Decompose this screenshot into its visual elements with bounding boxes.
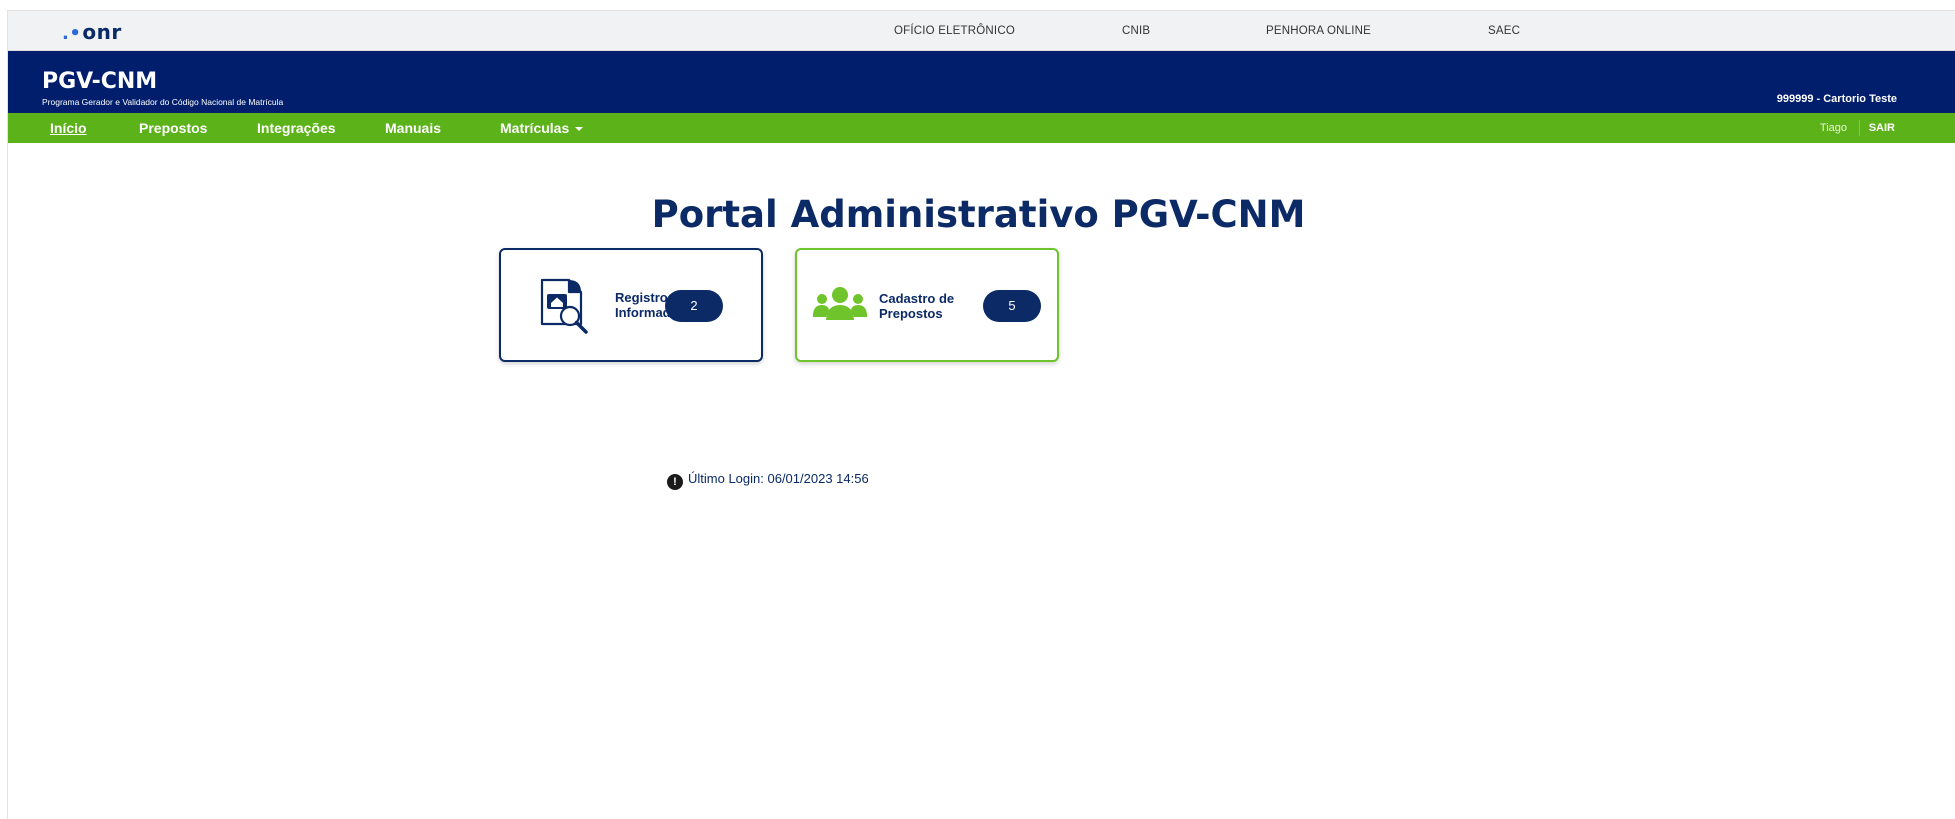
house-document-search-icon xyxy=(539,278,591,334)
last-login-info: ! Último Login: 06/01/2023 14:56 xyxy=(667,471,869,490)
caret-down-icon xyxy=(575,127,584,132)
exclamation-circle-icon: ! xyxy=(667,474,683,490)
logout-button[interactable]: SAIR xyxy=(1869,122,1895,134)
card-prepostos-label-line2: Prepostos xyxy=(879,306,943,321)
nav-matriculas-label: Matrículas xyxy=(500,120,570,136)
nav-integracoes[interactable]: Integrações xyxy=(257,120,336,136)
onr-logo[interactable]: .•onr xyxy=(62,20,122,44)
browser-viewport: .•onr OFÍCIO ELETRÔNICO CNIB PENHORA ONL… xyxy=(7,10,1955,819)
nav-inicio[interactable]: Início xyxy=(50,120,87,136)
onr-logo-text: onr xyxy=(82,20,122,44)
users-group-icon xyxy=(813,286,867,326)
link-saec[interactable]: SAEC xyxy=(1488,25,1520,37)
last-login-text: Último Login: 06/01/2023 14:56 xyxy=(688,471,869,486)
nav-matriculas-dropdown[interactable]: Matrículas xyxy=(500,120,584,136)
registros-count-badge: 2 xyxy=(665,290,723,322)
main-nav: Início Prepostos Integrações Manuais Mat… xyxy=(8,113,1955,143)
card-prepostos-label-line1: Cadastro de xyxy=(879,291,955,306)
card-prepostos-label: Cadastro de Prepostos xyxy=(879,291,954,321)
app-title[interactable]: PGV-CNM xyxy=(42,69,157,94)
app-subtitle: Programa Gerador e Validador do Código N… xyxy=(42,97,284,107)
link-cnib[interactable]: CNIB xyxy=(1122,25,1150,37)
top-bar: .•onr OFÍCIO ELETRÔNICO CNIB PENHORA ONL… xyxy=(8,11,1955,51)
user-name: Tiago xyxy=(1819,122,1847,134)
nav-manuais[interactable]: Manuais xyxy=(385,120,441,136)
nav-divider xyxy=(1859,120,1860,136)
prepostos-count-badge: 5 xyxy=(983,290,1041,322)
link-penhora-online[interactable]: PENHORA ONLINE xyxy=(1266,25,1371,37)
onr-logo-dots: .• xyxy=(62,23,82,44)
card-cadastro-prepostos[interactable]: Cadastro de Prepostos 5 xyxy=(795,248,1059,362)
page-title: Portal Administrativo PGV-CNM xyxy=(651,193,1306,236)
card-registros-informados[interactable]: Registros Informados 2 xyxy=(499,248,763,362)
nav-prepostos[interactable]: Prepostos xyxy=(139,120,207,136)
link-oficio-eletronico[interactable]: OFÍCIO ELETRÔNICO xyxy=(894,25,1015,37)
brand-bar: PGV-CNM Programa Gerador e Validador do … xyxy=(8,51,1955,113)
organization-name: 999999 - Cartorio Teste xyxy=(1776,93,1897,105)
